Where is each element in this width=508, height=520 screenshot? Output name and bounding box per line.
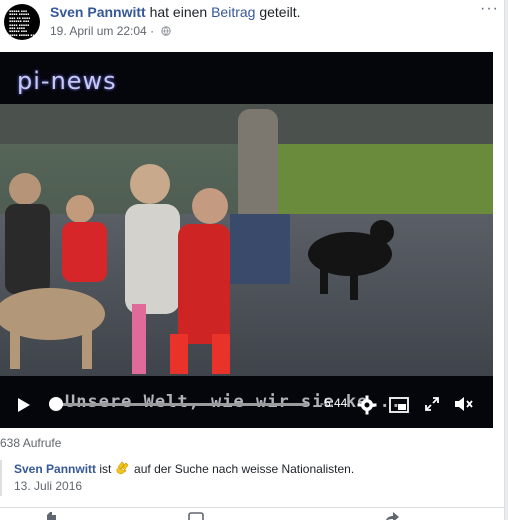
action-text: hat einen [149,4,208,20]
mute-icon[interactable] [454,396,474,412]
post-date[interactable]: 19. April um 22:04 [50,24,147,38]
more-options-button[interactable]: ··· [480,0,499,18]
video-subtitle: Unsere Welt, wie wir sie ke... [65,392,403,412]
fullscreen-icon[interactable] [424,396,440,412]
shared-verb: ist [99,462,112,476]
view-count: 638 Aufrufe [0,436,62,450]
shared-status-text: auf der Suche nach weisse Nationalisten. [134,462,355,476]
post-meta: 19. April um 22:04 · [50,24,172,38]
clap-hands-icon [116,461,129,475]
shared-author-link[interactable]: Sven Pannwitt [14,462,96,476]
video-brand-overlay: pi-news [17,67,117,95]
author-link[interactable]: Sven Pannwitt [50,4,146,20]
progress-bar[interactable] [55,403,307,406]
globe-icon[interactable] [161,26,172,36]
share-icon[interactable] [384,512,400,520]
shared-post-link[interactable]: Beitrag [211,4,255,20]
video-player[interactable]: pi-news Unsere Welt, wie wir sie ke... [0,52,493,428]
action-suffix: geteilt. [259,4,301,20]
action-bar-divider [0,507,504,508]
post-header: Sven Pannwitt hat einen Beitrag geteilt. [50,4,301,20]
video-frame [0,104,493,376]
gear-icon[interactable] [357,395,377,415]
post-card: ▪▪▪▪▪ ▪▪▪ ▪▪▪▪ ▪▪▪▪▪ ▪▪▪ ▪▪ ▪▪▪▪ ▪▪▪▪▪▪ … [0,0,505,520]
like-icon[interactable] [42,512,58,520]
comment-icon[interactable] [188,512,204,520]
shared-status-line: Sven Pannwitt ist auf der Suche nach wei… [14,461,354,476]
play-icon[interactable] [17,397,31,413]
avatar[interactable]: ▪▪▪▪▪ ▪▪▪ ▪▪▪▪ ▪▪▪▪▪ ▪▪▪ ▪▪ ▪▪▪▪ ▪▪▪▪▪▪ … [4,4,40,40]
avatar-text-art: ▪▪▪▪▪ ▪▪▪ ▪▪▪▪ ▪▪▪▪▪ ▪▪▪ ▪▪ ▪▪▪▪ ▪▪▪▪▪▪ … [9,9,35,37]
shared-post-date[interactable]: 13. Juli 2016 [14,479,82,493]
picture-in-picture-icon[interactable] [389,395,409,415]
progress-handle[interactable] [49,397,63,411]
time-remaining: -5:44 [320,396,348,410]
shared-post-divider [0,460,2,496]
